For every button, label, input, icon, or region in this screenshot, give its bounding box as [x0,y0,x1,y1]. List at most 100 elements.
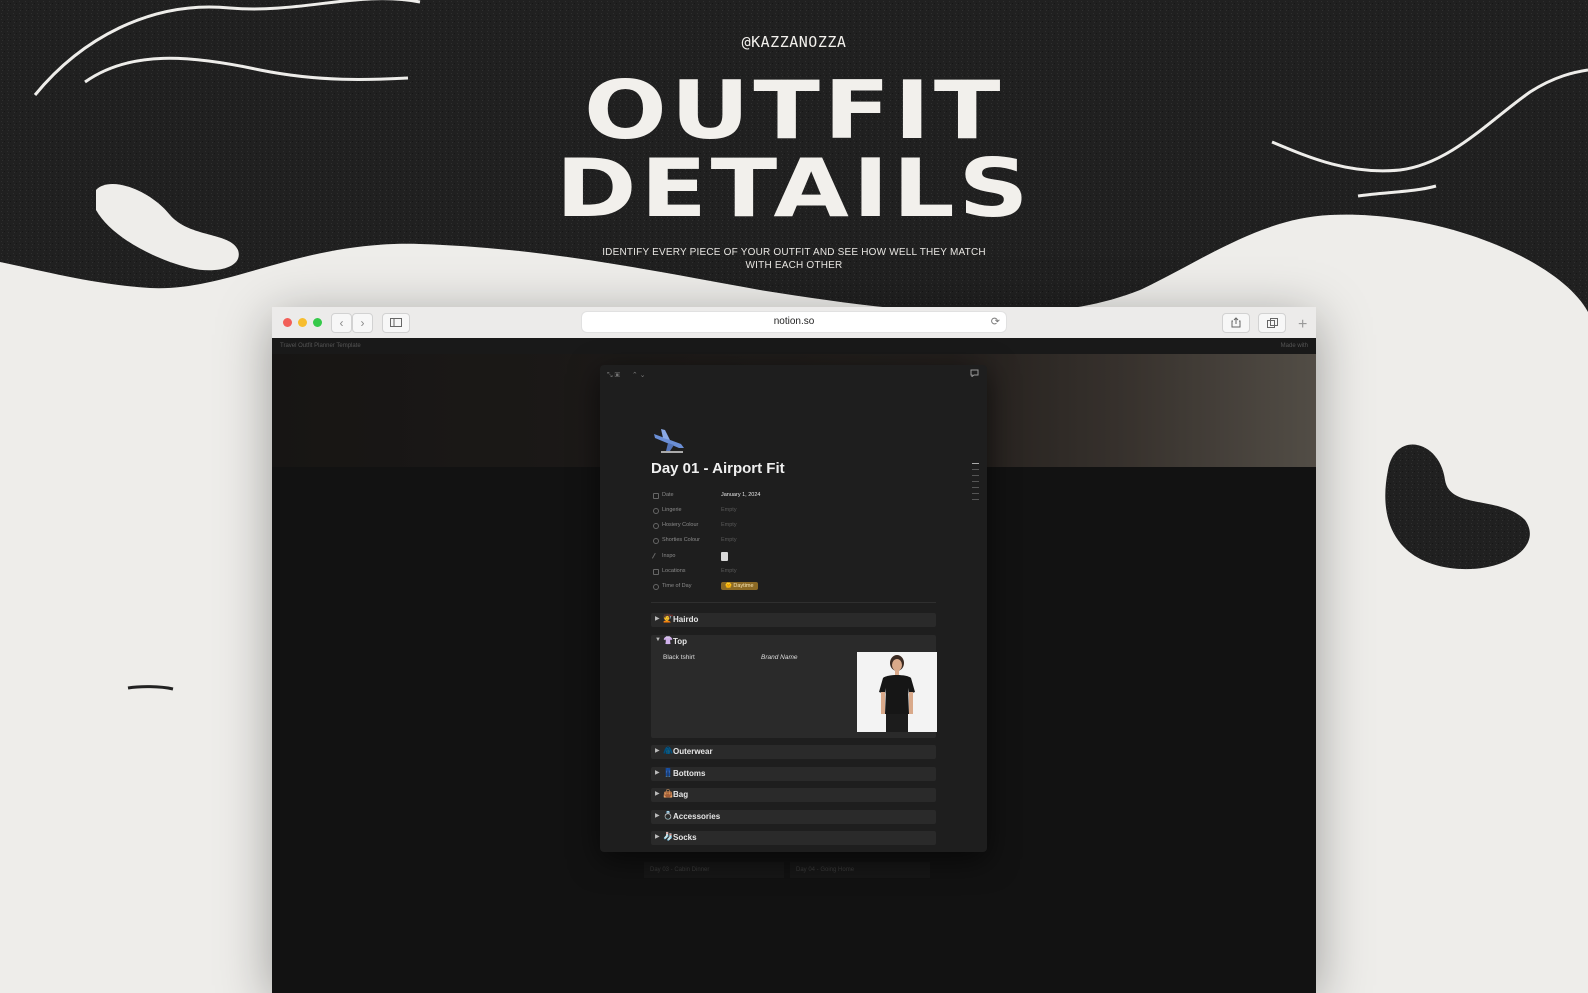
item-name[interactable]: Black tshirt [663,654,695,661]
share-icon [1231,317,1241,328]
toggle-arrow-icon[interactable]: ▼ [655,637,661,643]
property-name: Lingerie [662,507,682,513]
select-icon [653,584,659,590]
toggle-label: Accessories [673,812,721,821]
toggle-arrow-icon[interactable]: ▶ [655,747,660,754]
browser-toolbar: ‹ › notion.so ⟳ + [272,307,1316,339]
property-hosiery-colour[interactable]: Hosiery Colour Empty [653,520,953,534]
subtitle: IDENTIFY EVERY PIECE OF YOUR OUTFIT AND … [602,247,986,271]
select-icon [653,508,659,514]
toggle-socks[interactable]: ▶ 🧦 Socks [651,831,936,845]
socks-icon: 🧦 [663,832,673,841]
property-lingerie[interactable]: Lingerie Empty [653,505,953,519]
property-value[interactable]: January 1, 2024 [721,492,760,498]
toggle-top[interactable]: ▼ 👚 Top [651,635,936,649]
property-value[interactable]: Empty [721,537,737,543]
select-icon [653,523,659,529]
property-value[interactable]: Empty [721,507,737,513]
minimize-window-button[interactable] [298,318,307,327]
breadcrumb[interactable]: Travel Outfit Planner Template [280,338,361,354]
property-date[interactable]: Date January 1, 2024 [653,490,953,504]
property-name: Time of Day [662,583,692,589]
property-name: Inspo [662,553,676,559]
toggle-arrow-icon[interactable]: ▶ [655,769,660,776]
select-icon [653,538,659,544]
haircut-icon: 💇 [663,614,673,623]
chevron-down-icon[interactable]: ⌄ [640,372,646,379]
tabs-overview-button[interactable] [1258,313,1286,333]
chevron-up-icon[interactable]: ⌃ [632,372,638,379]
page-peek-modal: ⤡ ▣ ⌃ ⌄ Day 01 - Airport Fit Date Januar… [600,365,987,852]
toggle-hairdo[interactable]: ▶ 💇 Hairdo [651,613,936,627]
toggle-bag[interactable]: ▶ 👜 Bag [651,788,936,802]
background-card-2[interactable]: Day 04 - Going Home [790,862,930,878]
back-button[interactable]: ‹ [331,313,352,333]
headline-line-1: OUTFIT [583,64,1005,157]
background-card-1[interactable]: Day 03 - Cabin Dinner [644,862,784,878]
toggle-bottoms[interactable]: ▶ 👖 Bottoms [651,767,936,781]
expand-icon[interactable]: ⤡ [607,372,613,379]
toggle-label: Top [673,637,688,646]
browser-window: ‹ › notion.so ⟳ + Travel Outfit Planner … [272,307,1316,993]
property-value[interactable]: Empty [721,568,737,574]
sidebar-icon [390,318,402,327]
comment-icon[interactable] [970,369,979,379]
product-photo[interactable] [857,652,937,732]
open-as-page-icon[interactable]: ▣ [615,372,620,379]
handbag-icon: 👜 [663,789,673,798]
made-with-label[interactable]: Made with [1281,338,1308,354]
coat-icon: 🧥 [663,746,673,755]
tabs-icon [1266,318,1278,328]
toggle-arrow-icon[interactable]: ▶ [655,812,660,819]
blouse-icon: 👚 [663,636,673,645]
toggle-label: Bottoms [673,769,706,778]
toggle-arrow-icon[interactable]: ▶ [655,790,660,797]
paperclip-icon [651,552,661,562]
new-tab-icon[interactable]: + [1298,317,1312,333]
property-name: Hosiery Colour [662,522,699,528]
ring-icon: 💍 [663,811,673,820]
page-outline[interactable] [972,463,979,505]
toggle-accessories[interactable]: ▶ 💍 Accessories [651,810,936,824]
toggle-label: Outerwear [673,747,713,756]
close-window-button[interactable] [283,318,292,327]
toggle-arrow-icon[interactable]: ▶ [655,615,660,622]
airplane-icon [654,429,684,453]
headline-line-2: DETAILS [555,142,1033,235]
property-name: Locations [662,568,686,574]
calendar-icon [653,493,659,499]
top-toggle-content: Black tshirt Brand Name [651,649,937,738]
daytime-tag[interactable]: 🌞 Daytime [721,582,758,590]
toggle-outerwear[interactable]: ▶ 🧥 Outerwear [651,745,936,759]
address-bar[interactable]: notion.so ⟳ [582,312,1006,332]
property-time-of-day[interactable]: Time of Day 🌞 Daytime [653,581,953,595]
inspo-thumbnail[interactable] [721,552,728,561]
toggle-label: Bag [673,790,689,799]
jeans-icon: 👖 [663,768,673,777]
divider [651,602,936,603]
reload-icon[interactable]: ⟳ [991,312,1000,332]
sun-icon: 🌞 [725,583,732,589]
forward-button[interactable]: › [352,313,373,333]
list-icon [653,569,659,575]
share-button[interactable] [1222,313,1250,333]
page-title[interactable]: Day 01 - Airport Fit [651,460,785,477]
modal-controls: ⤡ ▣ ⌃ ⌄ [607,371,646,380]
notion-topbar: Travel Outfit Planner Template Made with [272,338,1316,354]
property-value[interactable]: Empty [721,522,737,528]
property-name: Shorties Colour [662,537,700,543]
toggle-label: Socks [673,833,697,842]
sidebar-toggle-button[interactable] [382,313,410,333]
url-text: notion.so [773,316,815,327]
toggle-label: Hairdo [673,615,699,624]
property-shorties-colour[interactable]: Shorties Colour Empty [653,535,953,549]
headline: OUTFIT DETAILS [0,64,1588,235]
maximize-window-button[interactable] [313,318,322,327]
creator-handle: @KAZZANOZZA [741,33,847,51]
item-brand[interactable]: Brand Name [761,654,798,661]
property-locations[interactable]: Locations Empty [653,566,953,580]
property-inspo[interactable]: Inspo [651,551,953,565]
toggle-arrow-icon[interactable]: ▶ [655,833,660,840]
model-wearing-black-tshirt [857,652,937,732]
property-name: Date [662,492,674,498]
